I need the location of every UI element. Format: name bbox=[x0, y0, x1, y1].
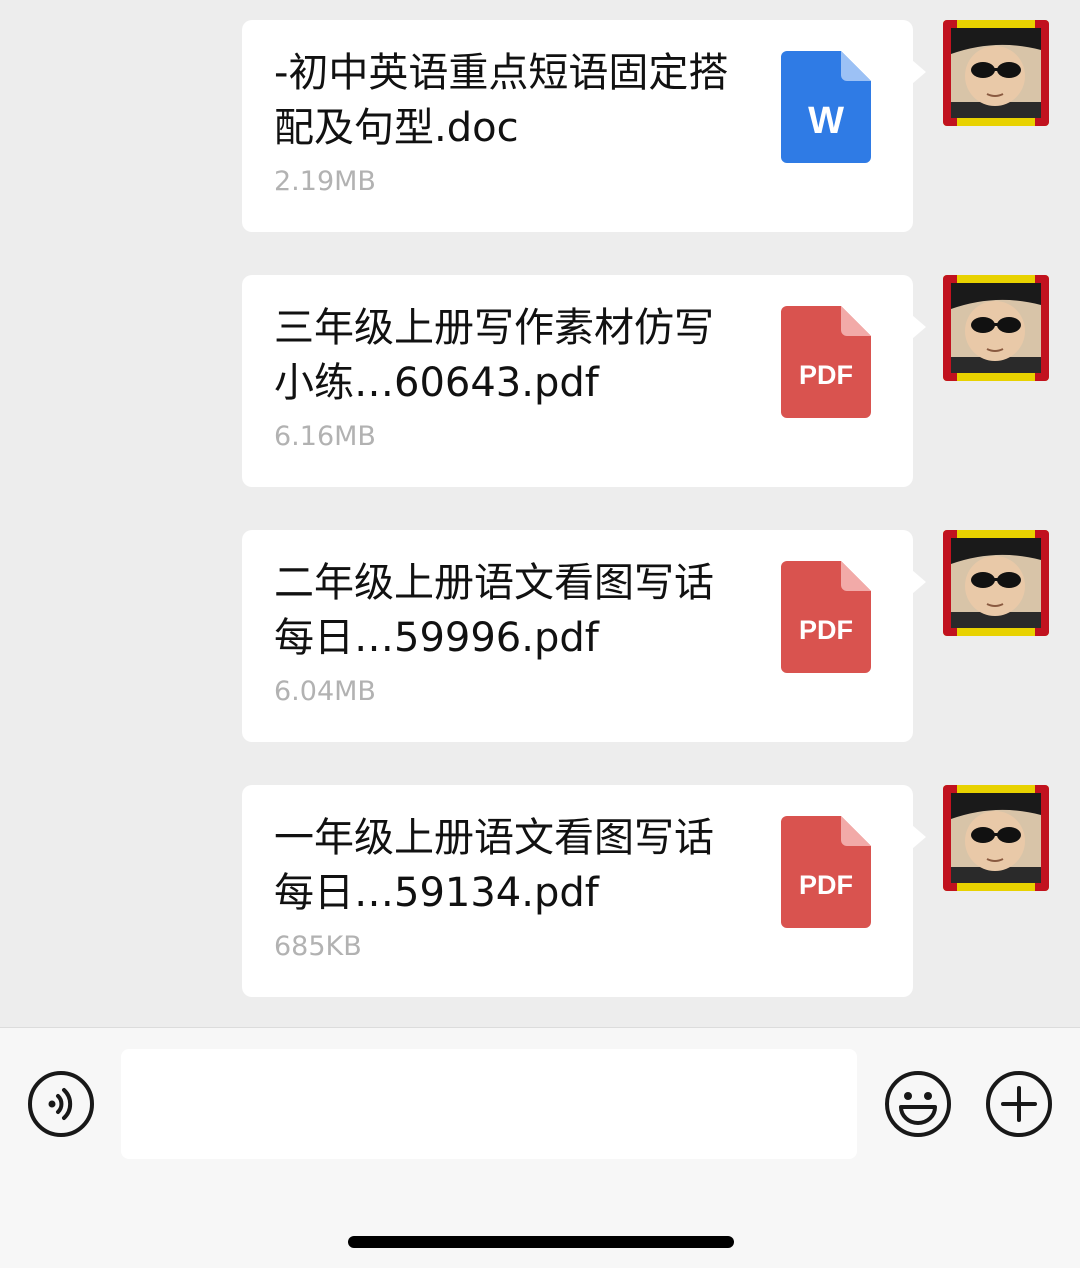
file-name: 三年级上册写作素材仿写小练…60643.pdf bbox=[274, 305, 714, 406]
avatar-image bbox=[943, 20, 1049, 126]
pdf-icon: PDF bbox=[781, 816, 871, 928]
input-bar bbox=[0, 1027, 1080, 1268]
avatar[interactable] bbox=[943, 530, 1049, 636]
voice-icon[interactable] bbox=[26, 1069, 96, 1139]
avatar-image bbox=[943, 530, 1049, 636]
file-type-badge: PDF bbox=[799, 615, 853, 645]
avatar[interactable] bbox=[943, 785, 1049, 891]
word-doc-icon: W bbox=[781, 51, 871, 163]
file-size: 6.16MB bbox=[274, 421, 376, 452]
file-type-badge: W bbox=[808, 100, 844, 142]
avatar-image bbox=[943, 275, 1049, 381]
file-name: -初中英语重点短语固定搭配及句型.doc bbox=[274, 50, 729, 151]
chat-area: -初中英语重点短语固定搭配及句型.doc 2.19MB W 三年级上册写作素材仿… bbox=[0, 0, 1080, 1027]
home-indicator bbox=[348, 1236, 734, 1248]
file-message: 三年级上册写作素材仿写小练…60643.pdf 6.16MB PDF bbox=[0, 275, 1080, 487]
file-bubble[interactable]: -初中英语重点短语固定搭配及句型.doc 2.19MB W bbox=[242, 20, 926, 232]
file-name: 二年级上册语文看图写话每日…59996.pdf bbox=[274, 560, 714, 661]
file-bubble[interactable]: 一年级上册语文看图写话每日…59134.pdf 685KB PDF bbox=[242, 785, 926, 997]
file-message: 一年级上册语文看图写话每日…59134.pdf 685KB PDF bbox=[0, 785, 1080, 997]
file-message: 二年级上册语文看图写话每日…59996.pdf 6.04MB PDF bbox=[0, 530, 1080, 742]
file-size: 6.04MB bbox=[274, 676, 376, 707]
file-size: 2.19MB bbox=[274, 166, 376, 197]
file-type-badge: PDF bbox=[799, 870, 853, 900]
file-size: 685KB bbox=[274, 931, 362, 962]
pdf-icon: PDF bbox=[781, 306, 871, 418]
plus-icon[interactable] bbox=[984, 1069, 1054, 1139]
file-name: 一年级上册语文看图写话每日…59134.pdf bbox=[274, 815, 714, 916]
avatar[interactable] bbox=[943, 275, 1049, 381]
avatar[interactable] bbox=[943, 20, 1049, 126]
message-input[interactable] bbox=[121, 1049, 857, 1159]
pdf-icon: PDF bbox=[781, 561, 871, 673]
file-bubble[interactable]: 三年级上册写作素材仿写小练…60643.pdf 6.16MB PDF bbox=[242, 275, 926, 487]
file-bubble[interactable]: 二年级上册语文看图写话每日…59996.pdf 6.04MB PDF bbox=[242, 530, 926, 742]
file-message: -初中英语重点短语固定搭配及句型.doc 2.19MB W bbox=[0, 20, 1080, 232]
avatar-image bbox=[943, 785, 1049, 891]
emoji-icon[interactable] bbox=[883, 1069, 953, 1139]
file-type-badge: PDF bbox=[799, 360, 853, 390]
